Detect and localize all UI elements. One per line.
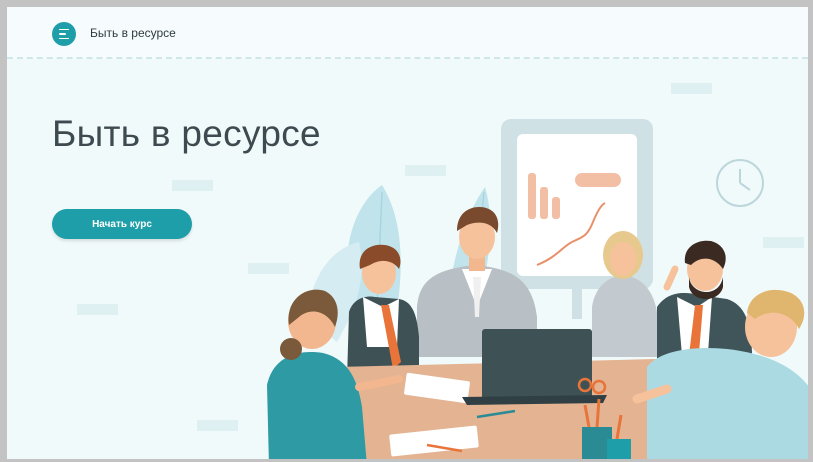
team-meeting-illustration [267,119,808,459]
app-window: Быть в ресурсе Быть в ресурсе Начать кур… [0,0,813,462]
wall-clock-icon [716,159,764,207]
laptop-icon [462,329,607,405]
